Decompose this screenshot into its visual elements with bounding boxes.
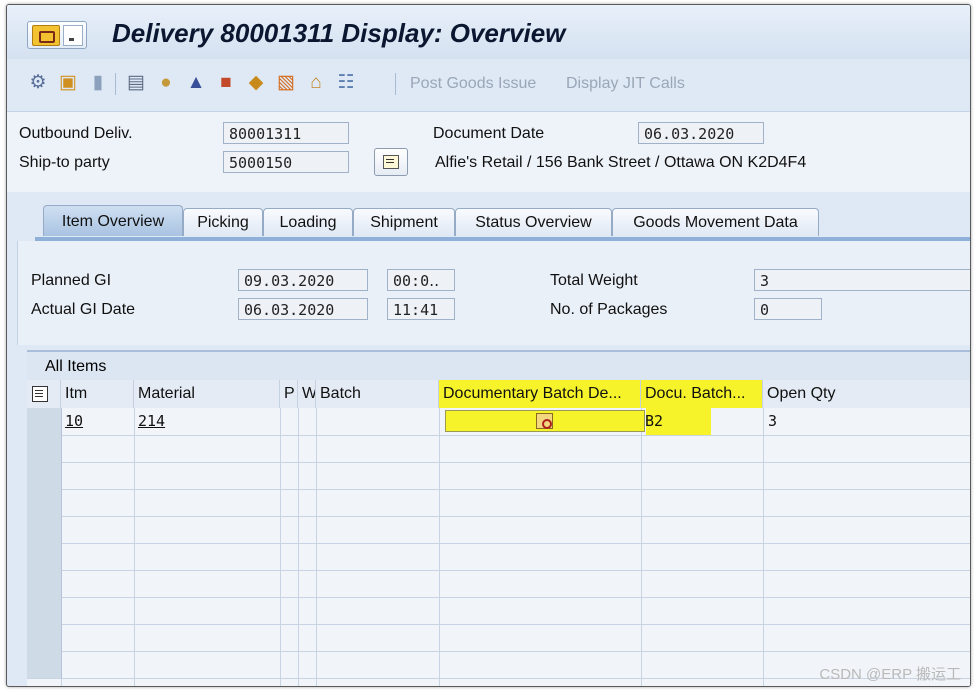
grid-icon[interactable]: ☷ — [335, 72, 357, 94]
box-icon[interactable]: ◆ — [245, 72, 267, 94]
docu-batch-cell[interactable]: B2 — [645, 412, 663, 430]
row-selector[interactable] — [27, 489, 62, 516]
table-row[interactable]: 10 214 B2 3 — [27, 408, 970, 436]
table-row[interactable] — [27, 624, 970, 652]
actual-gi-label: Actual GI Date — [31, 301, 136, 318]
table-header: Itm Material P W Batch Documentary Batch… — [27, 380, 970, 409]
tab-strip: Item Overview Picking Loading Shipment S… — [7, 203, 970, 237]
column-p[interactable]: P — [280, 380, 298, 408]
tab-item-overview[interactable]: Item Overview — [43, 205, 183, 236]
partner-icon[interactable]: ● — [155, 72, 177, 94]
planned-gi-label: Planned GI — [31, 272, 112, 289]
table-row[interactable] — [27, 489, 970, 517]
outbound-delivery-field[interactable]: 80001311 — [223, 122, 349, 144]
tab-goods-movement-data[interactable]: Goods Movement Data — [612, 208, 819, 236]
row-selector[interactable] — [27, 597, 62, 624]
total-weight-field[interactable]: 3 — [754, 269, 970, 291]
sap-window: Delivery 80001311 Display: Overview ⚙ ▣ … — [6, 4, 971, 687]
application-toolbar: ⚙ ▣ ▮ ▤ ● ▲ ■ ◆ ▧ ⌂ ☷ Post Goods Issue D… — [7, 59, 970, 112]
toolbar-separator — [395, 73, 396, 95]
tab-status-overview[interactable]: Status Overview — [455, 208, 612, 236]
row-selector[interactable] — [27, 651, 62, 678]
dropdown-icon — [63, 25, 83, 46]
tab-loading[interactable]: Loading — [263, 208, 353, 236]
table-title: All Items — [27, 350, 970, 380]
post-goods-issue-button[interactable]: Post Goods Issue — [410, 75, 536, 93]
table-row[interactable] — [27, 570, 970, 598]
table-body: 10 214 B2 3 — [27, 408, 970, 686]
house-icon[interactable]: ⌂ — [305, 72, 327, 94]
search-help-icon[interactable] — [536, 413, 553, 429]
material-link[interactable]: 214 — [138, 412, 165, 430]
hat-icon[interactable]: ▲ — [185, 72, 207, 94]
delivery-header: Outbound Deliv. 80001311 Document Date 0… — [7, 112, 970, 192]
address-button[interactable] — [374, 148, 408, 176]
table-row[interactable] — [27, 435, 970, 463]
tab-picking[interactable]: Picking — [183, 208, 263, 236]
open-qty-cell[interactable]: 3 — [768, 412, 777, 430]
packing-icon[interactable]: ▧ — [275, 72, 297, 94]
sap-menu-button[interactable] — [27, 21, 87, 49]
new-icon[interactable]: ▣ — [57, 72, 79, 94]
tab-shipment[interactable]: Shipment — [353, 208, 455, 236]
row-selector[interactable] — [27, 516, 62, 543]
row-selector[interactable] — [27, 543, 62, 570]
column-itm[interactable]: Itm — [61, 380, 134, 408]
document-date-label: Document Date — [433, 125, 545, 142]
row-selector[interactable] — [27, 408, 62, 435]
watermark: CSDN @ERP 搬运工 — [819, 666, 961, 683]
column-material[interactable]: Material — [134, 380, 280, 408]
row-selector[interactable] — [27, 435, 62, 462]
document-date-field[interactable]: 06.03.2020 — [638, 122, 764, 144]
total-weight-label: Total Weight — [550, 272, 638, 289]
glasses-icon[interactable]: ⚙ — [27, 72, 49, 94]
delete-icon[interactable]: ▮ — [87, 72, 109, 94]
table-row[interactable] — [27, 543, 970, 571]
column-documentary-batch-desc[interactable]: Documentary Batch De... — [439, 380, 641, 408]
column-docu-batch[interactable]: Docu. Batch... — [641, 380, 763, 408]
packages-label: No. of Packages — [550, 301, 668, 318]
item-number-link[interactable]: 10 — [65, 412, 83, 430]
planned-gi-date-field[interactable]: 09.03.2020 — [238, 269, 368, 291]
window-title: Delivery 80001311 Display: Overview — [112, 18, 566, 48]
column-select-icon — [32, 386, 48, 402]
texts-icon[interactable]: ■ — [215, 72, 237, 94]
documentary-batch-search-cell[interactable] — [445, 410, 645, 432]
column-w[interactable]: W — [298, 380, 316, 408]
title-bar: Delivery 80001311 Display: Overview — [7, 5, 970, 59]
ship-to-field[interactable]: 5000150 — [223, 151, 349, 173]
item-overview-panel: Planned GI 09.03.2020 00:0‥ Actual GI Da… — [17, 241, 970, 345]
packages-field[interactable]: 0 — [754, 298, 822, 320]
ship-to-label: Ship-to party — [19, 154, 110, 171]
table-row[interactable] — [27, 462, 970, 490]
actual-gi-date-field[interactable]: 06.03.2020 — [238, 298, 368, 320]
table-row[interactable] — [27, 597, 970, 625]
goto-icon[interactable]: ▤ — [125, 72, 147, 94]
planned-gi-time-field[interactable]: 00:0‥ — [387, 269, 455, 291]
sap-system-icon — [32, 25, 60, 46]
toolbar-separator — [115, 73, 116, 95]
row-selector[interactable] — [27, 624, 62, 651]
outbound-delivery-label: Outbound Deliv. — [19, 125, 133, 142]
select-all-button[interactable] — [27, 380, 61, 408]
row-selector[interactable] — [27, 462, 62, 489]
column-batch[interactable]: Batch — [316, 380, 439, 408]
ship-to-address: Alfie's Retail / 156 Bank Street / Ottaw… — [435, 154, 807, 171]
items-table: All Items Itm Material P W Batch Documen… — [27, 350, 970, 686]
column-open-qty[interactable]: Open Qty — [763, 380, 970, 408]
actual-gi-time-field[interactable]: 11:41 — [387, 298, 455, 320]
display-jit-calls-button[interactable]: Display JIT Calls — [566, 75, 685, 93]
row-selector[interactable] — [27, 570, 62, 597]
table-row[interactable] — [27, 516, 970, 544]
